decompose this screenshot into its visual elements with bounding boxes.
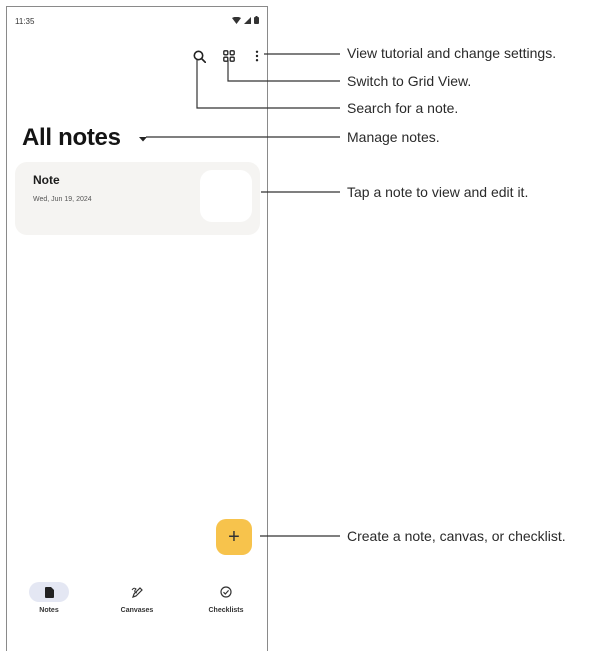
callout-create: Create a note, canvas, or checklist.: [347, 528, 566, 544]
callout-search: Search for a note.: [347, 100, 459, 116]
callout-settings: View tutorial and change settings.: [347, 45, 557, 61]
callout-leader-lines: [146, 53, 340, 537]
callout-grid: Switch to Grid View.: [347, 73, 472, 89]
callout-tap-note: Tap a note to view and edit it.: [347, 184, 529, 200]
callout-manage: Manage notes.: [347, 129, 440, 145]
